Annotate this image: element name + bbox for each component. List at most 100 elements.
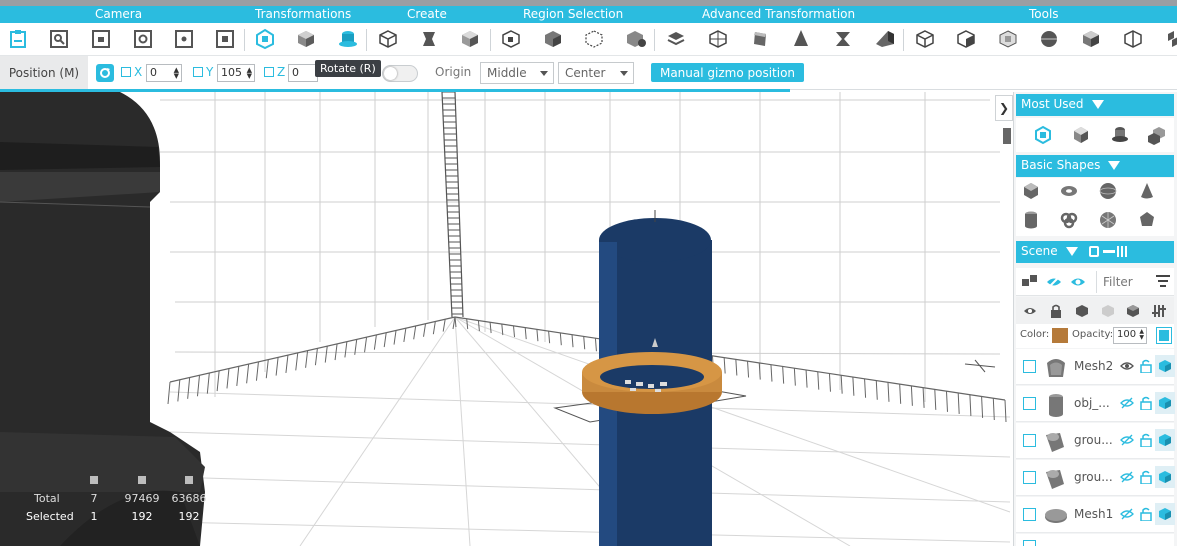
- color-swatch[interactable]: [1052, 328, 1068, 343]
- unlock-icon[interactable]: [1140, 433, 1152, 447]
- scene-item-checkbox[interactable]: [1023, 397, 1036, 410]
- snap-toggle[interactable]: [382, 65, 418, 82]
- tool-6-icon[interactable]: [1120, 27, 1146, 51]
- tool-3-icon[interactable]: [995, 27, 1021, 51]
- adv-transform-4-icon[interactable]: [788, 27, 814, 51]
- tool-7-icon[interactable]: [1160, 27, 1177, 51]
- move-icon[interactable]: [1032, 124, 1054, 146]
- tool-1-icon[interactable]: [912, 27, 938, 51]
- grid-view-icon[interactable]: [1117, 246, 1129, 257]
- filter-input[interactable]: Filter: [1096, 271, 1152, 293]
- polyhedron-shape-icon[interactable]: [1136, 209, 1158, 231]
- zoom-select-icon[interactable]: [46, 27, 72, 51]
- category-camera[interactable]: Camera: [95, 7, 142, 21]
- multi-cube-icon[interactable]: [1146, 124, 1168, 146]
- scene-item-checkbox[interactable]: [1023, 540, 1036, 546]
- scene-item-row[interactable]: Mesh2: [1016, 349, 1175, 385]
- cylinder-stack-icon[interactable]: [1109, 124, 1131, 146]
- apply-color-checkbox[interactable]: [1156, 327, 1172, 344]
- eye-hidden-icon[interactable]: [1120, 507, 1134, 521]
- unlock-icon[interactable]: [1140, 359, 1152, 373]
- scene-item-checkbox[interactable]: [1023, 434, 1036, 447]
- visibility-column-icon[interactable]: [1023, 305, 1037, 317]
- adv-transform-5-icon[interactable]: [830, 27, 856, 51]
- scene-item-row[interactable]: [1016, 534, 1174, 546]
- y-checkbox[interactable]: [193, 67, 203, 77]
- adv-transform-1-icon[interactable]: [663, 27, 689, 51]
- move-icon[interactable]: [252, 27, 278, 51]
- unlock-icon[interactable]: [1140, 396, 1152, 410]
- geosphere-shape-icon[interactable]: [1097, 209, 1119, 231]
- clipboard-icon[interactable]: [5, 27, 31, 51]
- region-select-icon[interactable]: [498, 27, 524, 51]
- scene-item-row[interactable]: obj_...: [1016, 386, 1175, 422]
- create-shape-icon[interactable]: [416, 27, 442, 51]
- objects-filter-icon[interactable]: [1022, 275, 1038, 289]
- y-value-input[interactable]: 105 ▲ ▼: [217, 64, 255, 82]
- eye-hidden-icon[interactable]: [1120, 433, 1134, 447]
- collapse-panel-button[interactable]: ❯: [995, 95, 1013, 121]
- adv-transform-6-icon[interactable]: [872, 27, 898, 51]
- scene-item-checkbox[interactable]: [1023, 360, 1036, 373]
- x-value-input[interactable]: 0 ▲ ▼: [146, 64, 182, 82]
- camera-settings-icon[interactable]: [171, 27, 197, 51]
- cube-icon[interactable]: [1070, 124, 1092, 146]
- refresh-icon[interactable]: [96, 64, 114, 82]
- eye-filter-icon[interactable]: [1070, 275, 1086, 289]
- z-value-input[interactable]: 0: [288, 64, 318, 82]
- tool-5-icon[interactable]: [1078, 27, 1104, 51]
- category-transformations[interactable]: Transformations: [255, 7, 351, 21]
- region-cube-icon[interactable]: [540, 27, 566, 51]
- adv-transform-3-icon[interactable]: [747, 27, 773, 51]
- camera-fit-icon[interactable]: [212, 27, 238, 51]
- opacity-input[interactable]: 100 ▲ ▼: [1113, 327, 1147, 344]
- solid-toggle[interactable]: [1155, 392, 1175, 414]
- create-cube-icon[interactable]: [457, 27, 483, 51]
- camera-refresh-icon[interactable]: [130, 27, 156, 51]
- rotate-icon[interactable]: [293, 27, 319, 51]
- lock-column-icon[interactable]: [1050, 304, 1062, 318]
- region-add-icon[interactable]: [623, 27, 649, 51]
- solid-toggle[interactable]: [1155, 429, 1175, 451]
- manual-gizmo-button[interactable]: Manual gizmo position: [651, 63, 804, 82]
- x-spinner-icon[interactable]: ▲ ▼: [174, 67, 179, 80]
- hidden-filter-icon[interactable]: [1046, 275, 1062, 289]
- scene-item-checkbox[interactable]: [1023, 508, 1036, 521]
- box-shape-icon[interactable]: [1020, 180, 1042, 202]
- solid-toggle[interactable]: [1155, 466, 1175, 488]
- unlock-icon[interactable]: [1140, 470, 1152, 484]
- unlock-icon[interactable]: [1140, 507, 1152, 521]
- origin-select[interactable]: Middle: [480, 62, 554, 84]
- scene-item-row[interactable]: Mesh1: [1016, 497, 1175, 533]
- x-checkbox[interactable]: [121, 67, 131, 77]
- category-advanced-transformation[interactable]: Advanced Transformation: [702, 7, 855, 21]
- y-spinner-icon[interactable]: ▲ ▼: [247, 67, 252, 80]
- solid-column-icon[interactable]: [1075, 304, 1089, 318]
- settings-column-icon[interactable]: [1152, 304, 1166, 318]
- cylinder-shape-icon[interactable]: [1020, 209, 1042, 231]
- cone-shape-icon[interactable]: [1136, 180, 1158, 202]
- create-box-icon[interactable]: [375, 27, 401, 51]
- adv-transform-2-icon[interactable]: [705, 27, 731, 51]
- camera-save-icon[interactable]: [88, 27, 114, 51]
- category-region-selection[interactable]: Region Selection: [523, 7, 623, 21]
- view-toggle-icon[interactable]: [1089, 246, 1099, 257]
- basic-shapes-header[interactable]: Basic Shapes: [1016, 155, 1174, 177]
- wire-column-icon[interactable]: [1101, 304, 1115, 318]
- sphere-shape-icon[interactable]: [1097, 180, 1119, 202]
- scene-item-row[interactable]: grou...: [1016, 460, 1175, 496]
- scene-item-checkbox[interactable]: [1023, 471, 1036, 484]
- solid-toggle[interactable]: [1155, 503, 1175, 525]
- 3d-viewport[interactable]: Total 7 97469 63686 Selected 1 192 192: [0, 92, 1013, 546]
- eye-hidden-icon[interactable]: [1120, 470, 1134, 484]
- knot-shape-icon[interactable]: [1058, 209, 1080, 231]
- eye-hidden-icon[interactable]: [1120, 396, 1134, 410]
- scale-icon[interactable]: [335, 27, 361, 51]
- scene-header[interactable]: Scene: [1016, 241, 1174, 263]
- tool-4-icon[interactable]: [1036, 27, 1062, 51]
- scene-item-row[interactable]: grou...: [1016, 423, 1175, 459]
- slider-icon[interactable]: [1103, 250, 1115, 253]
- align-select[interactable]: Center: [558, 62, 634, 84]
- box-column-icon[interactable]: [1126, 304, 1140, 318]
- torus-shape-icon[interactable]: [1058, 180, 1080, 202]
